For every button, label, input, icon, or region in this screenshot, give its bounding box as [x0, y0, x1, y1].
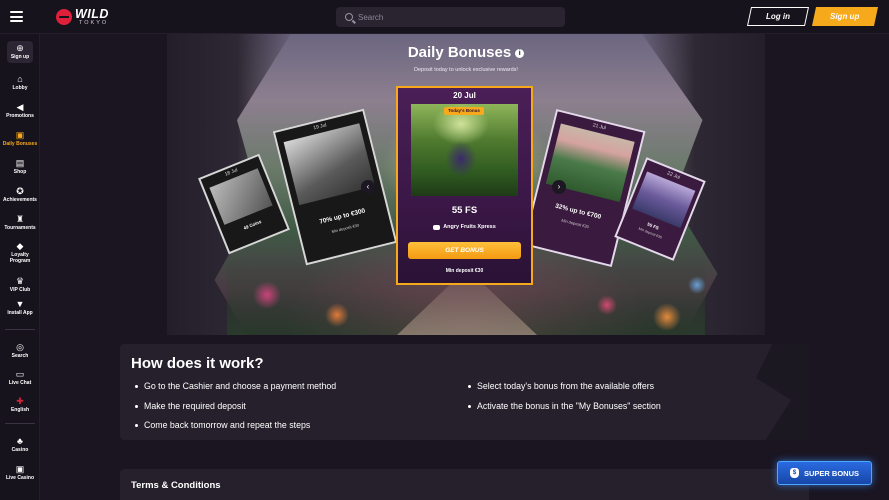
get-bonus-button[interactable]: GET BONUS: [408, 242, 521, 259]
sidebar-item-label: English: [10, 407, 30, 413]
sidebar-item-label: Tournaments: [4, 225, 36, 231]
bonus-card-game-image: Today's Bonus: [411, 104, 518, 196]
bonus-card-game: Angry Fruits Xpress: [398, 224, 531, 230]
money-bag-icon: $: [789, 468, 799, 478]
login-button-label: Log in: [766, 12, 790, 21]
bonus-card-game-name: Angry Fruits Xpress: [443, 224, 496, 230]
diamond-icon: ◆: [16, 240, 24, 251]
sidebar-item-label: Install App: [7, 310, 33, 316]
gift-icon: ▣: [15, 129, 25, 140]
panel-decoration: [756, 344, 809, 440]
sidebar-item-label: Achievements: [3, 197, 37, 203]
sidebar-item-label: Live Chat: [8, 380, 32, 386]
sidebar-item-english[interactable]: ✚ English: [0, 396, 40, 414]
sidebar-item-label: Promotions: [6, 113, 34, 119]
home-icon: ⌂: [17, 73, 23, 84]
search-icon: [345, 13, 353, 21]
search-input[interactable]: [358, 12, 538, 22]
step-item: Go to the Cashier and choose a payment m…: [135, 381, 336, 391]
crown-icon: ♛: [15, 275, 25, 286]
step-item: Come back tomorrow and repeat the steps: [135, 420, 310, 430]
bonus-card-today: 20 Jul Today's Bonus 55 FS Angry Fruits …: [396, 86, 533, 285]
sidebar-item-promotions[interactable]: ◀ Promotions: [0, 102, 40, 120]
sidebar-item-casino[interactable]: ♣ Casino: [0, 436, 40, 454]
signup-button-label: Sign up: [830, 12, 860, 21]
page-subtitle: Deposit today to unlock exclusive reward…: [414, 67, 518, 73]
sidebar-item-loyalty-program[interactable]: ◆ Loyalty Program: [0, 241, 40, 265]
achievements-icon: ✪: [16, 185, 24, 196]
todays-bonus-badge: Today's Bonus: [444, 107, 484, 115]
sidebar-item-live-chat[interactable]: ▭ Live Chat: [0, 369, 40, 387]
chevron-left-icon: ‹: [366, 182, 370, 191]
logo-text: WILD: [75, 7, 109, 21]
sidebar-divider: [5, 423, 35, 424]
search-icon: ◎: [16, 341, 24, 352]
user-plus-icon: ⊕: [16, 42, 24, 53]
logo-subtext: TOKYO: [79, 19, 109, 26]
how-it-works-panel: How does it work? Go to the Cashier and …: [120, 344, 809, 440]
search-bar[interactable]: [336, 7, 565, 27]
sidebar-item-label: Loyalty Program: [9, 252, 31, 264]
hamburger-menu-icon[interactable]: [10, 11, 23, 22]
sidebar-divider: [5, 329, 35, 330]
sidebar-item-vip-club[interactable]: ♛ VIP Club: [0, 276, 40, 294]
carousel-next-button[interactable]: ›: [552, 180, 566, 194]
uk-flag-icon: ✚: [16, 395, 24, 406]
sidebar-item-label: Lobby: [12, 85, 28, 91]
gamepad-icon: [433, 224, 441, 230]
sidebar-item-label: Live Casino: [5, 475, 35, 481]
sidebar-item-achievements[interactable]: ✪ Achievements: [0, 186, 40, 204]
download-icon: ▼: [15, 298, 25, 309]
megaphone-icon: ◀: [16, 101, 24, 112]
sidebar-item-label: Casino: [11, 447, 29, 453]
sidebar-item-install-app[interactable]: ▼ Install App: [0, 299, 40, 317]
sidebar-item-search[interactable]: ◎ Search: [0, 342, 40, 360]
info-icon[interactable]: i: [515, 49, 525, 58]
top-bar: WILD TOKYO Log in Sign up: [0, 0, 889, 34]
step-item: Select today's bonus from the available …: [468, 381, 654, 391]
sidebar-item-label: Search: [11, 353, 29, 359]
sidebar-item-label: Daily Bonuses: [2, 141, 38, 147]
step-item: Make the required deposit: [135, 401, 246, 411]
carousel-prev-button[interactable]: ‹: [361, 180, 375, 194]
login-button[interactable]: Log in: [746, 7, 810, 26]
trophy-icon: ♜: [15, 213, 25, 224]
how-it-works-title: How does it work?: [131, 355, 264, 372]
signup-button[interactable]: Sign up: [811, 7, 879, 26]
terms-title: Terms & Conditions: [131, 480, 221, 491]
sidebar-item-live-casino[interactable]: ▣ Live Casino: [0, 464, 40, 482]
chat-icon: ▭: [15, 368, 25, 379]
sidebar-item-daily-bonuses[interactable]: ▣ Daily Bonuses: [0, 130, 40, 148]
step-item: Activate the bonus in the "My Bonuses" s…: [468, 401, 661, 411]
super-bonus-label: SUPER BONUS: [803, 468, 859, 478]
terms-panel[interactable]: Terms & Conditions: [120, 469, 809, 500]
sidebar-item-shop[interactable]: ▤ Shop: [0, 158, 40, 176]
bonus-card-value: 55 FS: [451, 205, 478, 216]
super-bonus-button[interactable]: $ SUPER BONUS: [777, 461, 872, 485]
sidebar-item-label: Shop: [13, 169, 27, 175]
bonus-card-min-deposit: Min deposit €30: [445, 268, 484, 274]
sidebar-signup-label: Sign up: [10, 54, 30, 61]
sidebar: ⊕ Sign up ⌂ Lobby ◀ Promotions ▣ Daily B…: [0, 34, 40, 500]
casino-icon: ♣: [17, 435, 23, 446]
page-title-text: Daily Bonuses: [407, 44, 512, 61]
live-casino-icon: ▣: [15, 463, 25, 474]
logo[interactable]: WILD TOKYO: [56, 6, 109, 28]
logo-mark-icon: [56, 9, 72, 25]
page-title: Daily Bonuses i: [167, 44, 765, 61]
sidebar-item-tournaments[interactable]: ♜ Tournaments: [0, 214, 40, 232]
sidebar-signup-button[interactable]: ⊕ Sign up: [7, 41, 33, 63]
shop-icon: ▤: [15, 157, 25, 168]
bonus-card-date: 20 Jul: [453, 91, 476, 100]
sidebar-item-label: VIP Club: [9, 287, 31, 293]
sidebar-item-lobby[interactable]: ⌂ Lobby: [0, 74, 40, 92]
chevron-right-icon: ›: [557, 182, 561, 191]
